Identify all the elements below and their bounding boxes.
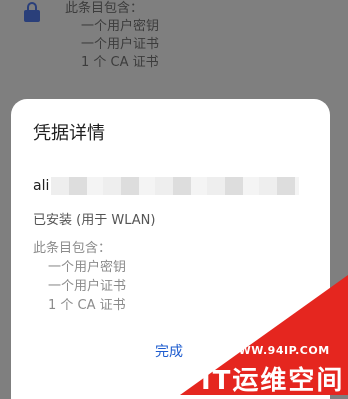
redacted-name-blur xyxy=(51,177,300,195)
installed-for-text: 已安装 (用于 WLAN) xyxy=(33,213,156,228)
dialog-item-user-cert: 一个用户证书 xyxy=(48,279,127,294)
dialog-contains-title: 此条目包含： xyxy=(33,241,112,256)
lock-icon xyxy=(24,2,40,22)
dialog-contains: 此条目包含： 一个用户密钥 一个用户证书 1 个 CA 证书 xyxy=(33,239,126,315)
background-credential-item: 此条目包含： 一个用户密钥 一个用户证书 1 个 CA 证书 xyxy=(0,0,348,100)
watermark-brand: IT运维空间 xyxy=(201,366,345,396)
credential-name-text: ali xyxy=(33,178,50,194)
watermark-url: WWW.94IP.COM xyxy=(226,344,330,357)
background-item-user-key: 一个用户密钥 xyxy=(81,19,160,34)
dialog-item-user-key: 一个用户密钥 xyxy=(48,260,127,275)
background-item-user-cert: 一个用户证书 xyxy=(81,37,160,52)
background-item-ca-cert: 1 个 CA 证书 xyxy=(81,55,159,70)
background-contains: 此条目包含： 一个用户密钥 一个用户证书 1 个 CA 证书 xyxy=(65,0,159,72)
background-contains-title: 此条目包含： xyxy=(65,1,144,16)
credential-name: ali xyxy=(33,177,300,195)
dialog-title: 凭据详情 xyxy=(33,123,105,144)
dialog-item-ca-cert: 1 个 CA 证书 xyxy=(48,298,126,313)
